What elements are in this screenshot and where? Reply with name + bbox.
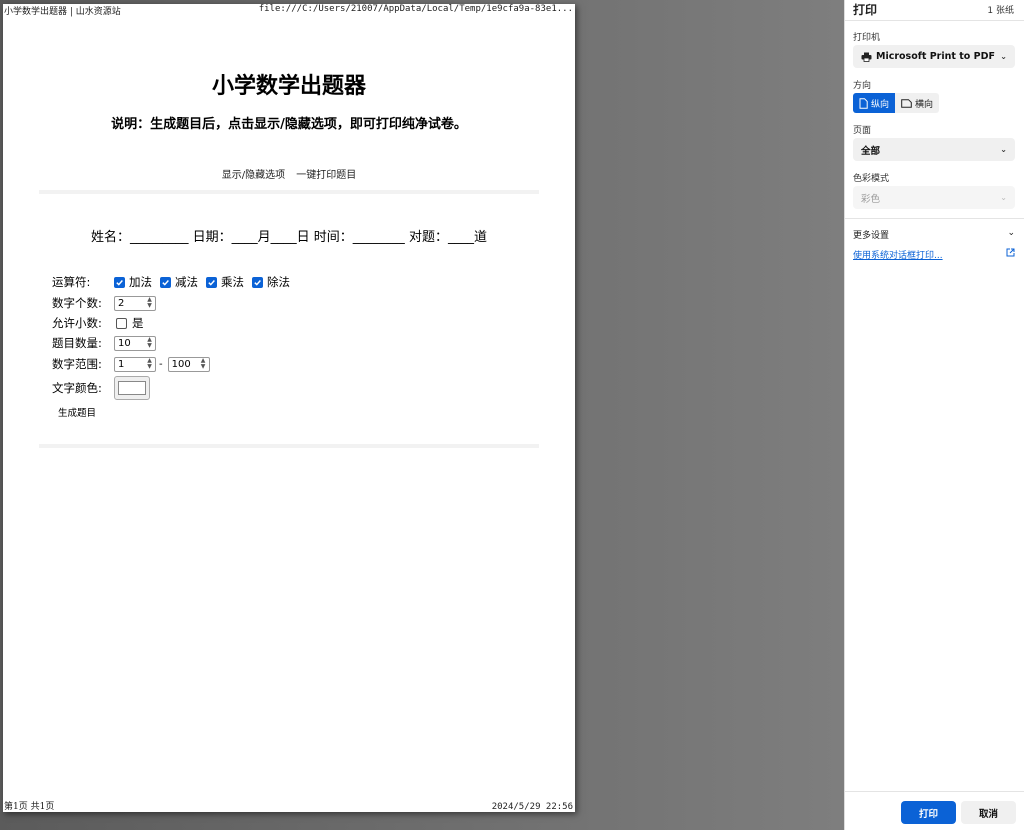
divider xyxy=(39,190,539,194)
generate-questions-button[interactable]: 生成题目 xyxy=(58,405,96,419)
print-button[interactable]: 打印 xyxy=(901,801,956,824)
system-dialog-label: 使用系统对话框打印... xyxy=(853,251,943,261)
checkbox-divide-label: 除法 xyxy=(267,275,290,289)
checkbox-subtract-label: 减法 xyxy=(175,275,198,289)
page-footer-pagenum: 第1页 共1页 xyxy=(4,802,55,812)
range-max-input[interactable]: 100 ▲ ▼ xyxy=(167,356,210,372)
portrait-page-icon xyxy=(859,97,868,109)
orientation-toggle: 纵向 横向 xyxy=(853,93,940,113)
print-settings-panel: 打印 1 张纸 打印机 Microsoft Print to PDF ⌄ 方向 … xyxy=(844,0,1024,830)
checkbox-subtract[interactable] xyxy=(160,276,171,288)
spinner-icon[interactable]: ▲ ▼ xyxy=(144,337,155,350)
preview-page: 小学数学出题器 | 山水资源站 file:///C:/Users/21007/A… xyxy=(3,4,575,812)
document-title: 小学数学出题器 xyxy=(211,74,366,99)
divider xyxy=(845,20,1024,21)
number-count-value: 2 xyxy=(118,297,125,309)
color-mode-value: 彩色 xyxy=(861,193,881,205)
chevron-down-icon: ⌄ xyxy=(1000,52,1007,61)
printer-label: 打印机 xyxy=(853,33,881,43)
landscape-page-icon xyxy=(901,98,912,108)
page-footer-datetime: 2024/5/29 22:56 xyxy=(491,802,573,812)
orientation-portrait-label: 纵向 xyxy=(871,99,890,110)
divider xyxy=(845,791,1024,792)
document-description: 说明：生成题目后，点击显示/隐藏选项，即可打印纯净试卷。 xyxy=(111,117,467,132)
chevron-down-icon: ⌄ xyxy=(1000,145,1007,154)
divider xyxy=(39,444,539,448)
allow-decimal-checkbox[interactable] xyxy=(116,317,127,329)
text-color-label: 文字颜色: xyxy=(52,381,102,395)
allow-decimal-label: 允许小数: xyxy=(52,316,102,330)
system-dialog-link[interactable]: 使用系统对话框打印... xyxy=(853,248,1015,261)
spinner-icon[interactable]: ▲ ▼ xyxy=(144,358,155,371)
checkbox-add[interactable] xyxy=(114,276,125,288)
page-header-title: 小学数学出题器 | 山水资源站 xyxy=(4,7,121,17)
print-questions-link[interactable]: 一键打印题目 xyxy=(296,170,356,181)
more-settings-label: 更多设置 xyxy=(853,231,890,241)
color-swatch-fill xyxy=(118,381,146,395)
spinner-icon[interactable]: ▲ ▼ xyxy=(198,358,209,371)
orientation-label: 方向 xyxy=(853,81,872,91)
color-mode-label: 色彩模式 xyxy=(853,174,890,184)
checkbox-divide[interactable] xyxy=(252,276,263,288)
external-link-icon xyxy=(1006,248,1015,257)
pages-select[interactable]: 全部 ⌄ xyxy=(853,138,1015,161)
number-count-label: 数字个数: xyxy=(52,296,102,310)
range-max-value: 100 xyxy=(171,358,191,370)
range-separator: - xyxy=(159,358,163,370)
page-header-url: file:///C:/Users/21007/AppData/Local/Tem… xyxy=(258,4,573,14)
more-settings-toggle[interactable]: 更多设置 ⌄ xyxy=(853,228,1015,241)
printer-select[interactable]: Microsoft Print to PDF ⌄ xyxy=(853,45,1015,68)
printer-icon xyxy=(861,52,872,62)
question-count-row: 题目数量: 10 ▲ ▼ xyxy=(52,335,156,351)
document-actions: 显示/隐藏选项 一键打印题目 xyxy=(3,166,575,181)
text-color-picker[interactable] xyxy=(114,376,150,400)
student-info-line: 姓名：_________ 日期：____月____日 时间：________ 对… xyxy=(91,230,487,245)
orientation-landscape-button[interactable]: 横向 xyxy=(895,93,940,113)
pages-value: 全部 xyxy=(861,145,881,157)
toggle-options-link[interactable]: 显示/隐藏选项 xyxy=(222,170,285,181)
question-count-input[interactable]: 10 ▲ ▼ xyxy=(114,335,156,351)
checkbox-add-label: 加法 xyxy=(129,275,152,289)
range-min-value: 1 xyxy=(118,358,125,370)
spinner-icon[interactable]: ▲ ▼ xyxy=(144,297,155,310)
chevron-down-icon: ⌄ xyxy=(1007,228,1015,238)
operators-label: 运算符: xyxy=(52,275,91,289)
question-count-label: 题目数量: xyxy=(52,336,102,350)
text-color-row: 文字颜色: xyxy=(52,376,150,400)
printer-value: Microsoft Print to PDF xyxy=(876,51,995,62)
color-mode-select[interactable]: 彩色 ⌄ xyxy=(853,186,1015,209)
orientation-landscape-label: 横向 xyxy=(915,99,934,110)
number-range-label: 数字范围: xyxy=(52,357,102,371)
divider xyxy=(845,218,1024,219)
checkbox-multiply[interactable] xyxy=(206,276,217,288)
checkbox-multiply-label: 乘法 xyxy=(221,275,244,289)
number-count-input[interactable]: 2 ▲ ▼ xyxy=(114,295,156,311)
allow-decimal-option: 是 xyxy=(132,316,144,330)
panel-title: 打印 xyxy=(853,3,878,17)
pages-label: 页面 xyxy=(853,126,872,136)
operators-row: 运算符: 加法 减法 乘法 除法 xyxy=(52,274,296,290)
question-count-value: 10 xyxy=(118,337,131,349)
allow-decimal-row: 允许小数: 是 xyxy=(52,315,144,331)
cancel-button[interactable]: 取消 xyxy=(961,801,1016,824)
chevron-down-icon: ⌄ xyxy=(1000,193,1007,202)
range-min-input[interactable]: 1 ▲ ▼ xyxy=(114,356,156,372)
number-range-row: 数字范围: 1 ▲ ▼ - 100 ▲ ▼ xyxy=(52,356,210,372)
orientation-portrait-button[interactable]: 纵向 xyxy=(853,93,896,113)
print-preview-area: 小学数学出题器 | 山水资源站 file:///C:/Users/21007/A… xyxy=(0,0,844,830)
number-count-row: 数字个数: 2 ▲ ▼ xyxy=(52,295,156,311)
sheet-count: 1 张纸 xyxy=(987,6,1014,16)
